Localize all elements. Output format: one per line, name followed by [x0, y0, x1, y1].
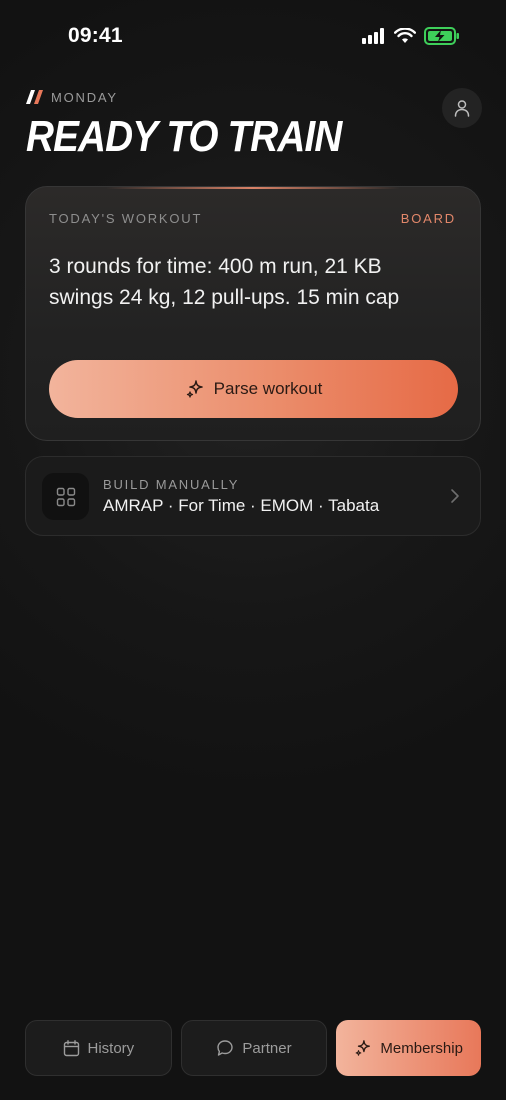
- calendar-icon: [63, 1039, 79, 1056]
- status-bar: 09:41: [0, 0, 506, 76]
- workout-card: TODAY'S WORKOUT BOARD 3 rounds for time:…: [25, 186, 481, 441]
- slashes-logo-icon: [26, 90, 43, 104]
- parse-workout-label: Parse workout: [213, 379, 323, 398]
- header: MONDAY READY TO TRAIN: [26, 88, 482, 168]
- workout-card-label: TODAY'S WORKOUT: [49, 211, 203, 226]
- workout-types: AMRAP · For Time · EMOM · Tabata: [103, 496, 380, 515]
- signal-icon: [362, 28, 384, 44]
- tab-bar: History Partner Membership: [25, 1020, 482, 1076]
- user-icon: [454, 100, 470, 117]
- chevron-right-icon: [451, 489, 459, 503]
- build-manually-label: BUILD MANUALLY: [103, 477, 240, 492]
- board-link[interactable]: BOARD: [401, 211, 456, 226]
- status-time: 09:41: [68, 24, 123, 47]
- grid-icon: [56, 487, 75, 506]
- card-glow: [106, 187, 400, 189]
- sparkle-icon: [186, 380, 203, 398]
- page-title: READY TO TRAIN: [26, 112, 342, 161]
- sparkle-icon: [356, 1040, 371, 1056]
- tab-partner-label: Partner: [242, 1039, 292, 1057]
- profile-button[interactable]: [442, 88, 482, 128]
- tab-history-label: History: [87, 1039, 135, 1057]
- parse-workout-button[interactable]: Parse workout: [49, 360, 458, 418]
- chat-bubble-icon: [217, 1040, 234, 1056]
- tab-membership[interactable]: Membership: [336, 1020, 482, 1076]
- workout-text[interactable]: 3 rounds for time: 400 m run, 21 KB swin…: [49, 251, 449, 313]
- build-manually-row[interactable]: BUILD MANUALLY AMRAP · For Time · EMOM ·…: [25, 456, 481, 536]
- tab-history[interactable]: History: [25, 1020, 172, 1076]
- tab-membership-label: Membership: [380, 1039, 463, 1057]
- battery-charging-icon: [424, 27, 459, 45]
- grid-tile: [42, 473, 89, 520]
- status-icons: [362, 27, 460, 45]
- wifi-icon: [394, 28, 416, 43]
- tab-partner[interactable]: Partner: [180, 1020, 328, 1076]
- day-label: MONDAY: [51, 90, 118, 105]
